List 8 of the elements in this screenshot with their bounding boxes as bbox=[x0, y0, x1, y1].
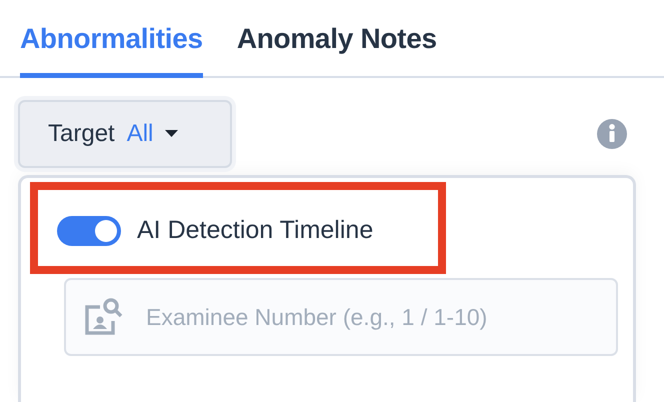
toggle-label: AI Detection Timeline bbox=[137, 216, 374, 245]
person-search-icon bbox=[84, 297, 124, 337]
search-field[interactable]: Examinee Number (e.g., 1 / 1-10) bbox=[64, 278, 618, 356]
info-icon[interactable] bbox=[597, 119, 627, 149]
tab[interactable]: Anomaly Notes bbox=[236, 23, 437, 78]
tab[interactable]: Abnormalities bbox=[20, 23, 203, 78]
caret-icon bbox=[165, 130, 178, 138]
toggle-switch[interactable] bbox=[57, 216, 121, 246]
